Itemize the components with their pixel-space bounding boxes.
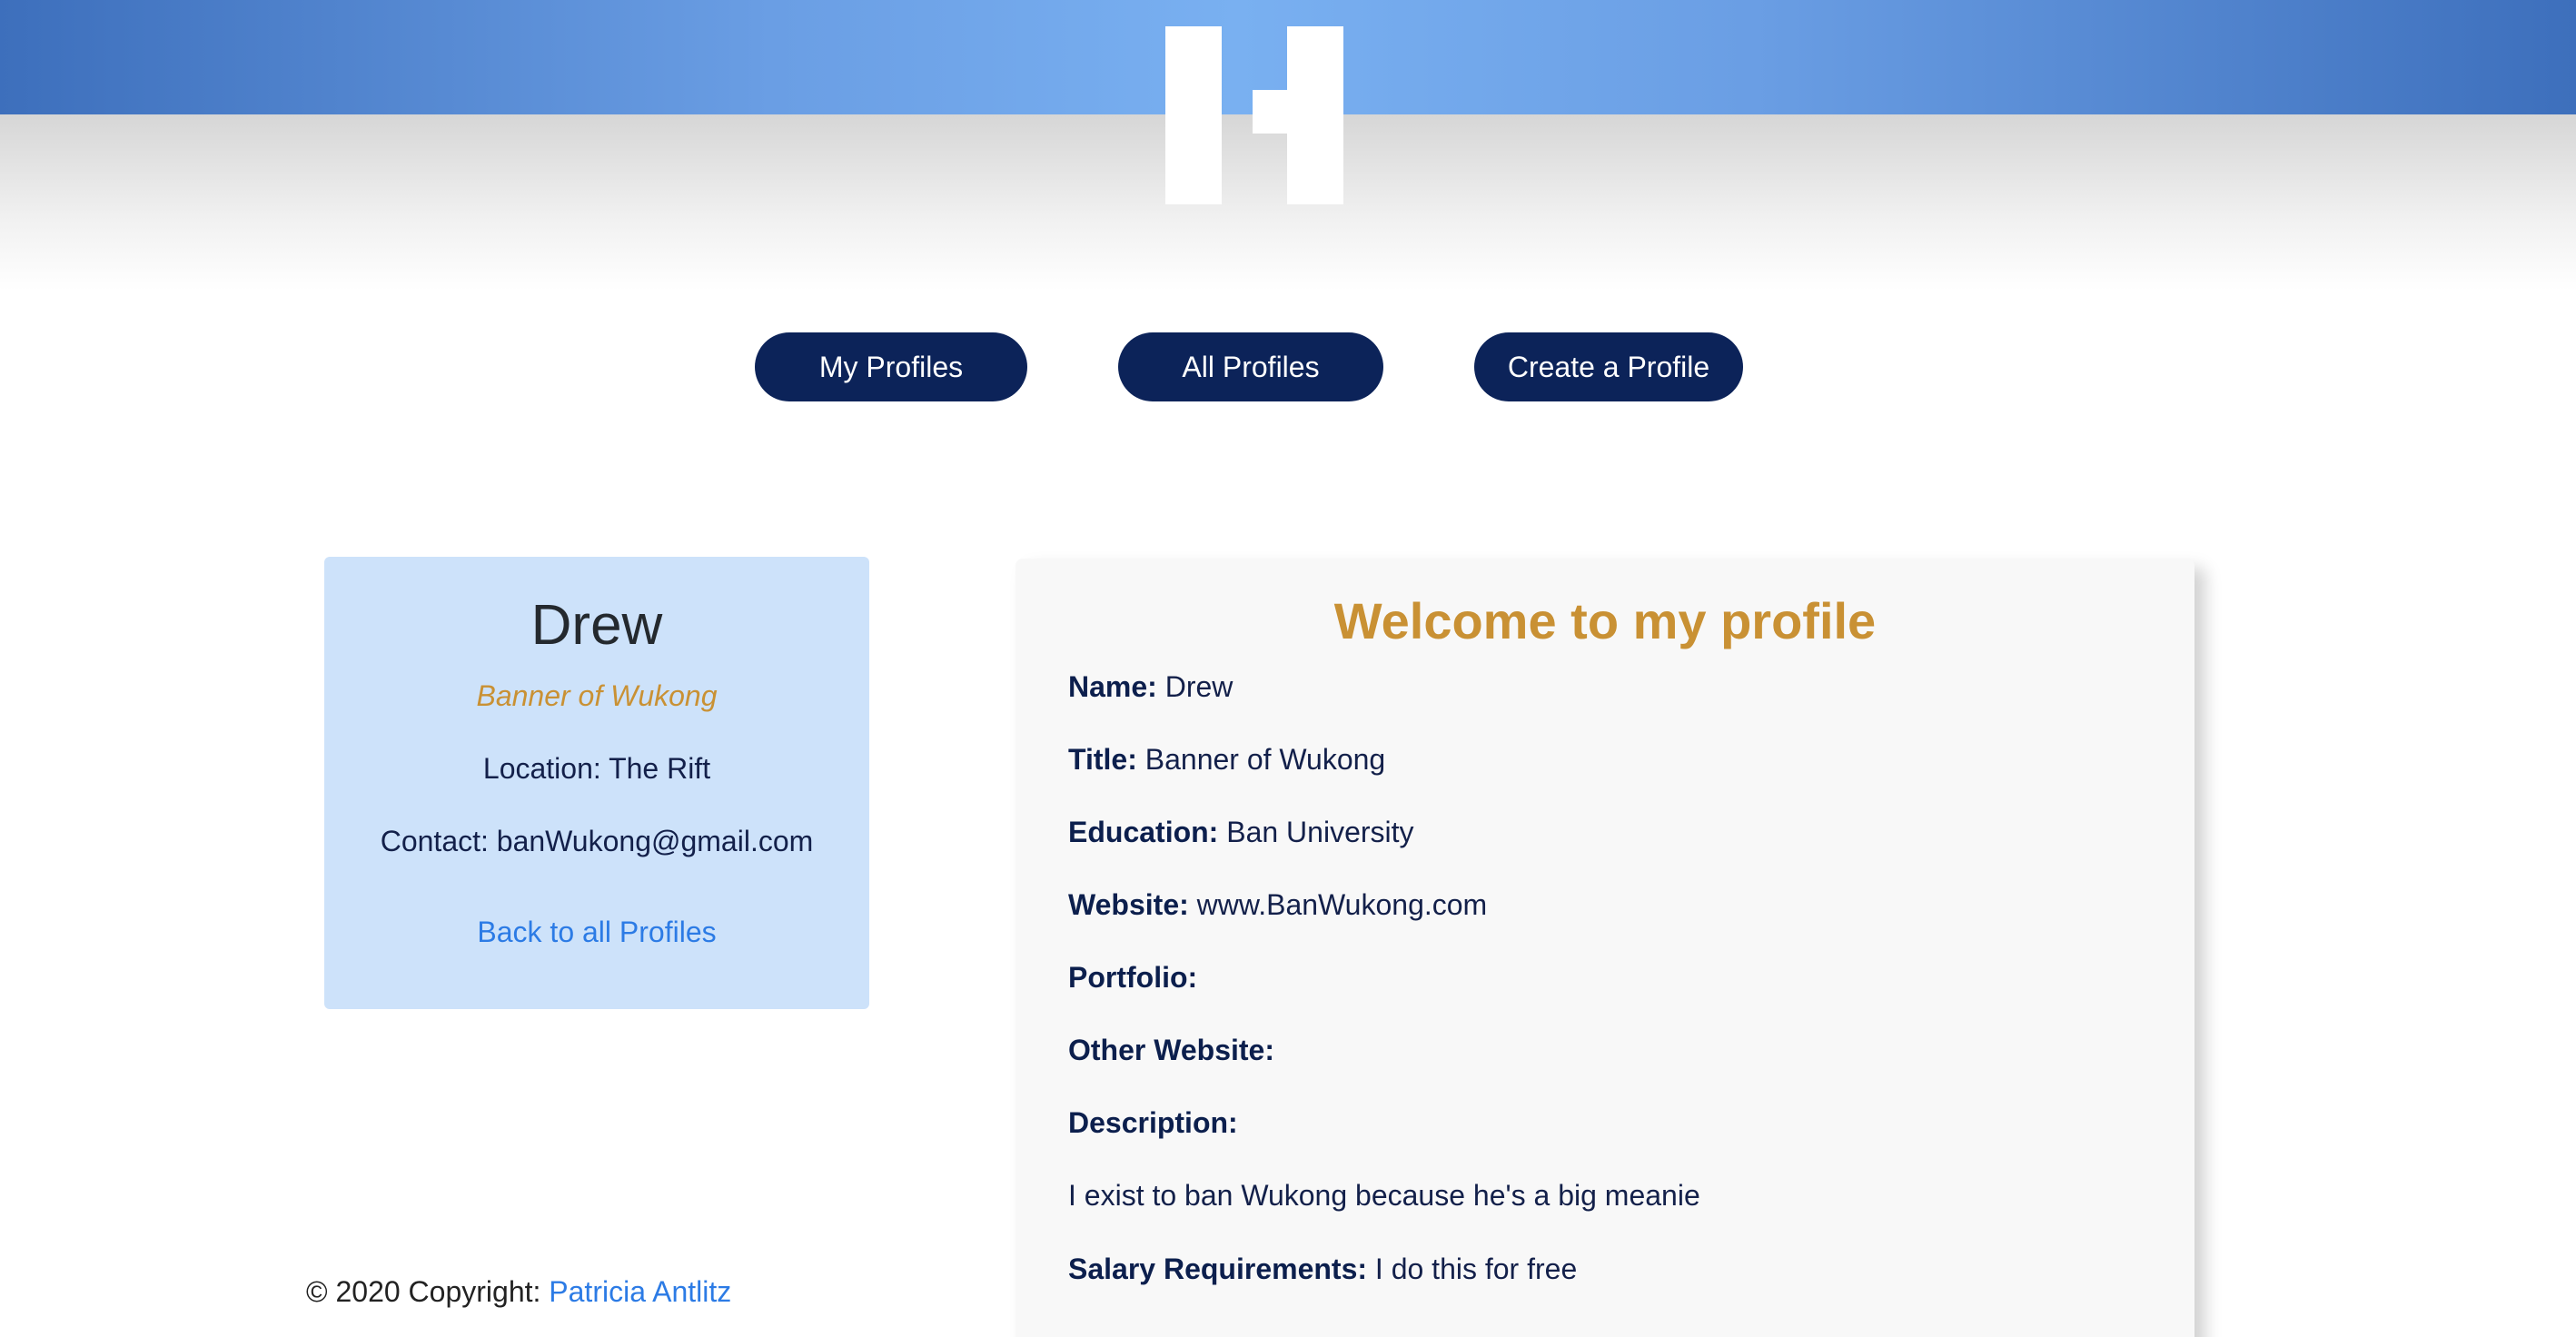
detail-label: Title: [1068, 743, 1137, 776]
profile-detail-panel: Welcome to my profile Name: Drew Title: … [1016, 559, 2195, 1337]
detail-row-title: Title: Banner of Wukong [1068, 743, 1385, 777]
detail-row-salary: Salary Requirements: I do this for free [1068, 1253, 1577, 1286]
detail-row-website: Website: www.BanWukong.com [1068, 888, 1487, 922]
detail-row-other-website: Other Website: [1068, 1034, 1274, 1067]
all-profiles-button[interactable]: All Profiles [1118, 332, 1383, 401]
my-profiles-button[interactable]: My Profiles [755, 332, 1027, 401]
create-profile-button[interactable]: Create a Profile [1474, 332, 1743, 401]
detail-label: Website: [1068, 888, 1189, 921]
detail-label: Description: [1068, 1106, 1238, 1139]
detail-row-description: Description: [1068, 1106, 1238, 1140]
detail-label: Salary Requirements: [1068, 1253, 1368, 1285]
logo-icon[interactable] [1165, 26, 1343, 204]
detail-row-name: Name: Drew [1068, 670, 1233, 704]
profile-title: Banner of Wukong [476, 679, 718, 712]
detail-value: Drew [1156, 670, 1234, 703]
detail-value: Banner of Wukong [1136, 743, 1386, 776]
profile-name: Drew [530, 594, 663, 657]
footer-copyright: © 2020 Copyright: [306, 1275, 550, 1308]
detail-label: Name: [1068, 670, 1157, 703]
back-to-all-profiles-link[interactable]: Back to all Profiles [324, 916, 869, 949]
detail-label: Other Website: [1068, 1034, 1274, 1066]
detail-label: Portfolio: [1068, 961, 1198, 994]
detail-row-education: Education: Ban University [1068, 816, 1414, 849]
detail-label: Education: [1068, 816, 1219, 848]
panel-heading: Welcome to my profile [1333, 592, 1877, 649]
profile-location: Location: The Rift [482, 752, 711, 785]
detail-value: I do this for free [1367, 1253, 1578, 1285]
detail-value: Ban University [1218, 816, 1414, 848]
detail-row-description-text: I exist to ban Wukong because he's a big… [1068, 1179, 1700, 1213]
profile-contact: Contact: banWukong@gmail.com [380, 825, 814, 857]
profile-card: Drew Banner of Wukong Location: The Rift… [324, 557, 869, 1009]
detail-value: I exist to ban Wukong because he's a big… [1068, 1179, 1700, 1212]
detail-row-portfolio: Portfolio: [1068, 961, 1197, 995]
detail-value: www.BanWukong.com [1188, 888, 1488, 921]
footer-author-link[interactable]: Patricia Antlitz [549, 1275, 731, 1308]
footer: © 2020 Copyright: Patricia Antlitz [306, 1275, 731, 1309]
page: My Profiles All Profiles Create a Profil… [0, 0, 2576, 1337]
